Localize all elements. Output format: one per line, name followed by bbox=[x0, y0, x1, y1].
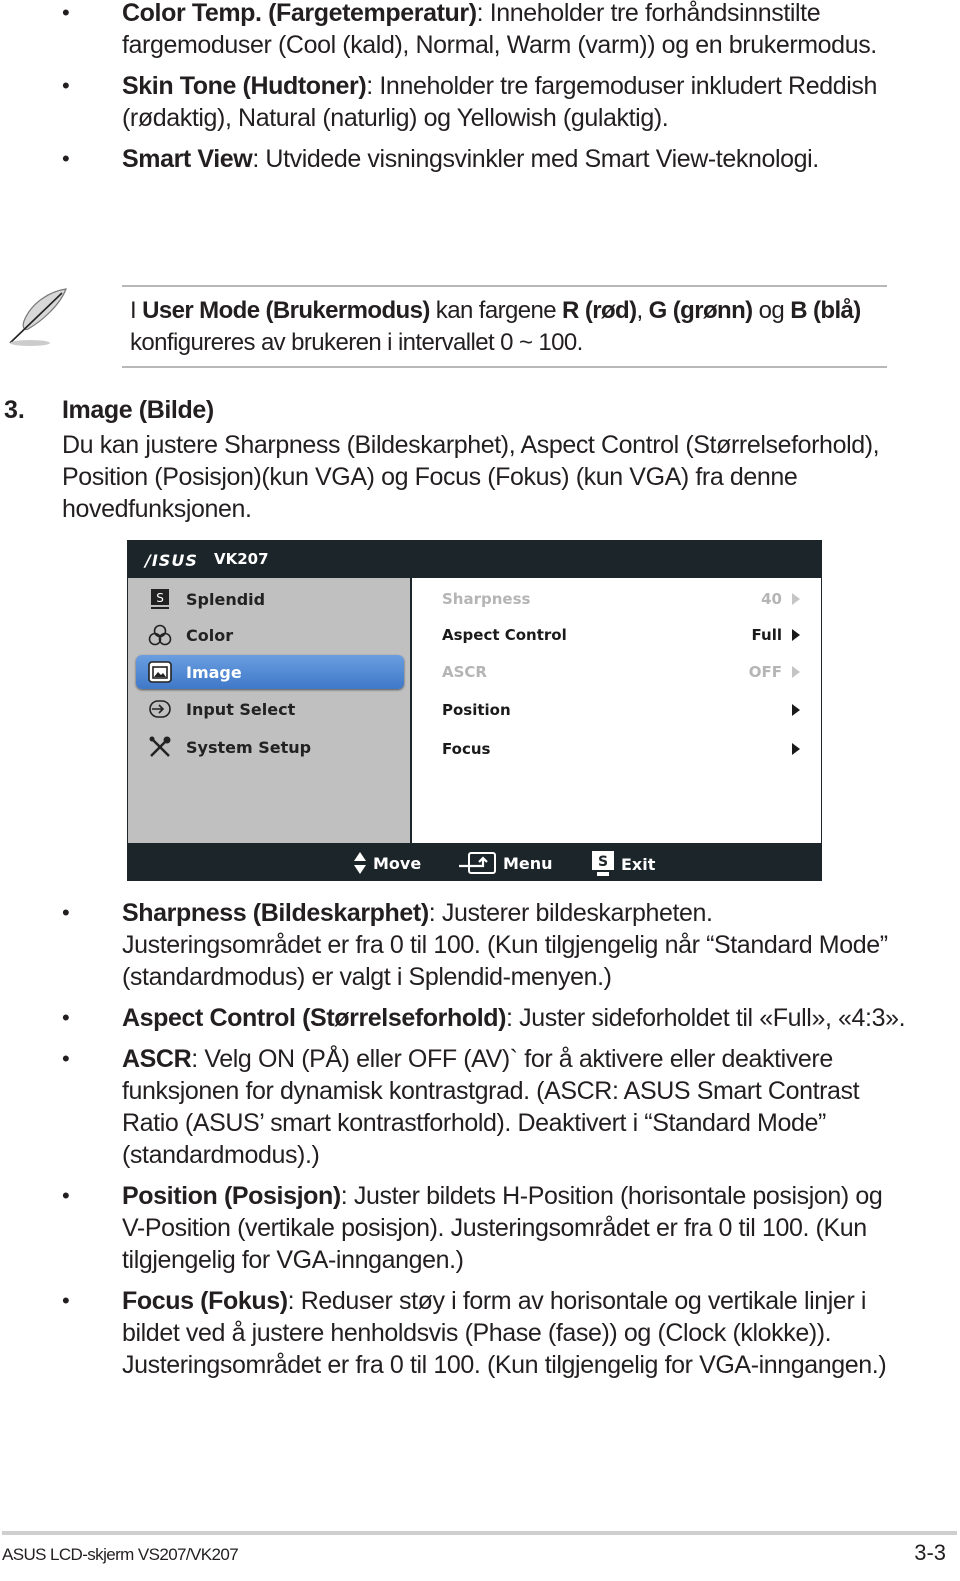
list-term: Smart View bbox=[122, 145, 253, 173]
menu-item-image[interactable]: Image bbox=[136, 655, 404, 689]
menu-button[interactable]: Menu bbox=[459, 851, 553, 875]
submenu-value: Full bbox=[751, 626, 782, 644]
page-number: 3-3 bbox=[914, 1540, 946, 1565]
footer-rule bbox=[2, 1531, 957, 1535]
submenu-label: Focus bbox=[442, 740, 491, 758]
chevron-right-icon bbox=[792, 704, 800, 716]
submenu-label: Position bbox=[442, 701, 511, 719]
move-button[interactable]: Move bbox=[353, 851, 421, 875]
wrench-screwdriver-icon bbox=[146, 735, 174, 759]
list-text: : Velg ON (PÅ) eller OFF (AV)` for å akt… bbox=[122, 1045, 860, 1169]
submenu-item-ascr[interactable]: ASCR OFF bbox=[442, 657, 800, 687]
submenu-label: Aspect Control bbox=[442, 626, 567, 644]
list-item: • Color Temp. (Fargetemperatur): Innehold… bbox=[0, 0, 960, 61]
osd-menu: /ISUS VK207 S Splendid Color Image Input bbox=[127, 540, 822, 881]
list-term: Focus (Fokus) bbox=[122, 1287, 288, 1315]
feature-list-bottom: • Sharpness (Bildeskarphet): Justerer bil… bbox=[0, 897, 960, 1390]
chevron-right-icon bbox=[792, 743, 800, 755]
list-term: Skin Tone (Hudtoner) bbox=[122, 72, 367, 100]
list-item: • ASCR: Velg ON (PÅ) eller OFF (AV)` for … bbox=[0, 1043, 960, 1171]
bullet-icon: • bbox=[62, 1288, 70, 1313]
asus-logo: /ISUS bbox=[145, 551, 198, 570]
footer-title: ASUS LCD-skjerm VS207/VK207 bbox=[2, 1545, 239, 1564]
list-item: • Skin Tone (Hudtoner): Inneholder tre fa… bbox=[0, 70, 960, 134]
exit-button[interactable]: S Exit bbox=[591, 851, 655, 877]
bullet-icon: • bbox=[62, 1046, 70, 1071]
bullet-icon: • bbox=[62, 146, 70, 171]
bullet-icon: • bbox=[62, 900, 70, 925]
bullet-icon: • bbox=[62, 0, 70, 25]
chevron-right-icon bbox=[792, 629, 800, 641]
menu-item-splendid[interactable]: S Splendid bbox=[136, 582, 404, 616]
submenu-item-focus[interactable]: Focus bbox=[442, 734, 800, 764]
list-term: Sharpness (Bildeskarphet) bbox=[122, 899, 429, 927]
submenu-value: OFF bbox=[748, 663, 782, 681]
submenu-label: Sharpness bbox=[442, 590, 531, 608]
list-term: ASCR bbox=[122, 1045, 192, 1073]
svg-text:S: S bbox=[598, 854, 608, 870]
list-item: • Position (Posisjon): Juster bildets H-P… bbox=[0, 1180, 960, 1276]
note-rule-top bbox=[122, 285, 887, 287]
osd-main-menu: S Splendid Color Image Input Select Syst… bbox=[128, 578, 410, 843]
feather-icon bbox=[9, 288, 67, 346]
submenu-item-position[interactable]: Position bbox=[442, 695, 800, 725]
list-term: Position (Posisjon) bbox=[122, 1182, 341, 1210]
note-rule-bottom bbox=[122, 366, 887, 368]
bullet-icon: • bbox=[62, 1183, 70, 1208]
splendid-icon: S bbox=[146, 587, 174, 611]
list-term: Aspect Control (Størrelseforhold) bbox=[122, 1004, 507, 1032]
splendid-exit-icon: S bbox=[592, 851, 614, 876]
menu-enter-icon bbox=[459, 852, 496, 874]
section-title: Image (Bilde) bbox=[62, 396, 214, 424]
image-icon bbox=[146, 660, 174, 684]
submenu-item-aspect-control[interactable]: Aspect Control Full bbox=[442, 620, 800, 650]
chevron-right-icon bbox=[792, 666, 800, 678]
submenu-value: 40 bbox=[761, 590, 782, 608]
menu-item-color[interactable]: Color bbox=[136, 618, 404, 652]
list-term: Color Temp. (Fargetemperatur) bbox=[122, 0, 477, 27]
section-description: Du kan justere Sharpness (Bildeskarphet)… bbox=[62, 431, 880, 523]
input-select-icon bbox=[146, 697, 174, 721]
feature-list-top: • Color Temp. (Fargetemperatur): Innehold… bbox=[0, 0, 960, 184]
list-text: : Juster sideforholdet til «Full», «4:3»… bbox=[506, 1004, 906, 1032]
model-name: VK207 bbox=[214, 550, 269, 568]
list-item: • Sharpness (Bildeskarphet): Justerer bil… bbox=[0, 897, 960, 993]
osd-submenu: Sharpness 40 Aspect Control Full ASCR OF… bbox=[412, 578, 821, 843]
bullet-icon: • bbox=[62, 73, 70, 98]
note-box: I User Mode (Brukermodus) kan fargene R … bbox=[0, 285, 960, 369]
menu-item-input-select[interactable]: Input Select bbox=[136, 692, 404, 726]
menu-item-system-setup[interactable]: System Setup bbox=[136, 730, 404, 764]
up-down-arrows-icon bbox=[354, 852, 366, 874]
rgb-color-icon bbox=[146, 623, 174, 647]
list-item: • Smart View: Utvidede visningsvinkler me… bbox=[0, 143, 960, 175]
list-item: • Aspect Control (Størrelseforhold): Just… bbox=[0, 1002, 960, 1034]
bullet-icon: • bbox=[62, 1005, 70, 1030]
svg-text:S: S bbox=[156, 591, 164, 605]
chevron-right-icon bbox=[792, 593, 800, 605]
osd-header: /ISUS VK207 bbox=[127, 540, 822, 578]
osd-footer: Move Menu S Exit bbox=[127, 843, 822, 881]
list-item: • Focus (Fokus): Reduser støy i form av h… bbox=[0, 1285, 960, 1381]
note-text: I User Mode (Brukermodus) kan fargene R … bbox=[130, 297, 861, 356]
section-number: 3. bbox=[4, 396, 25, 424]
submenu-item-sharpness[interactable]: Sharpness 40 bbox=[442, 584, 800, 614]
submenu-label: ASCR bbox=[442, 663, 487, 681]
list-text: : Utvidede visningsvinkler med Smart Vie… bbox=[252, 145, 819, 173]
